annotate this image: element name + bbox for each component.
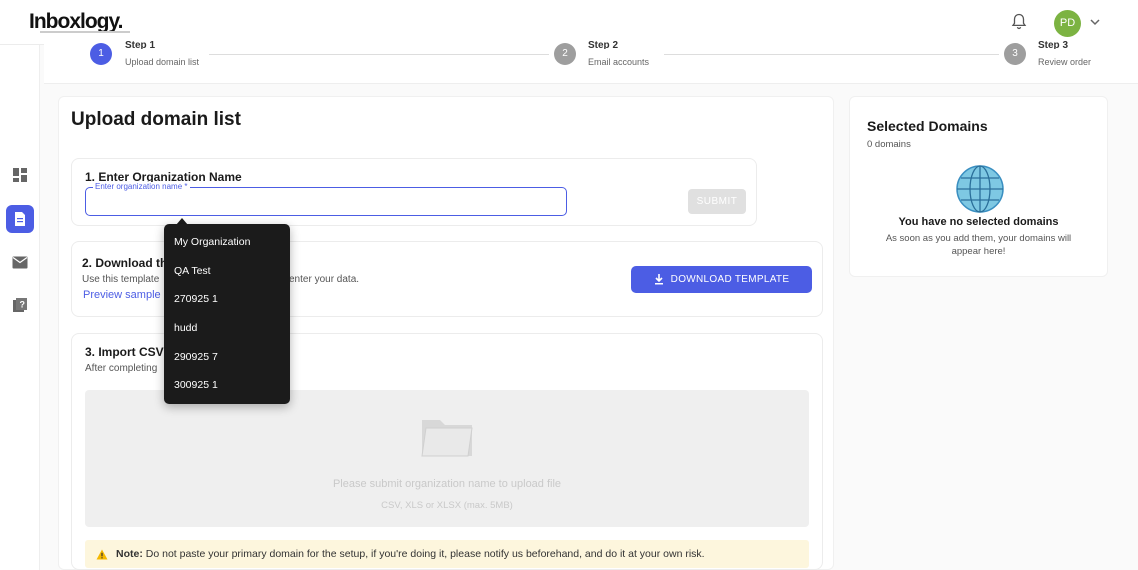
logo-tagline-bar: [40, 31, 130, 33]
dropdown-option[interactable]: QA Test: [174, 265, 211, 277]
sidebar-item-help[interactable]: ?: [6, 291, 34, 319]
step-2-title: Step 2: [588, 40, 619, 49]
document-icon: [15, 212, 25, 226]
section-3-title: 3. Import CSV: [85, 345, 164, 359]
org-name-label: Enter organization name *: [93, 182, 190, 191]
step-3-title: Step 3: [1038, 40, 1069, 49]
page-title: Upload domain list: [71, 109, 241, 130]
note-text: Do not paste your primary domain for the…: [145, 548, 705, 560]
note-label: Note:: [116, 548, 143, 560]
help-book-icon: ?: [13, 298, 27, 312]
step-1-title: Step 1: [125, 40, 156, 49]
dropdown-option[interactable]: 270925 1: [174, 293, 218, 305]
step-1-number: 1: [90, 43, 112, 65]
submit-button[interactable]: SUBMIT: [688, 189, 746, 214]
download-template-button[interactable]: DOWNLOAD TEMPLATE: [631, 266, 812, 293]
section-2-text: Use this template: [82, 274, 160, 285]
chevron-down-icon[interactable]: [1089, 16, 1101, 28]
warning-note: Note: Do not paste your primary domain f…: [85, 540, 809, 568]
section-2-text-tail: enter your data.: [289, 274, 360, 285]
sidebar-item-documents[interactable]: [6, 205, 34, 233]
globe-icon: [956, 165, 1004, 213]
sidebar-item-mail[interactable]: [6, 248, 34, 276]
preview-sample-link[interactable]: Preview sample: [83, 289, 161, 301]
selected-domains-count: 0 domains: [867, 139, 911, 150]
svg-text:?: ?: [20, 300, 26, 310]
download-template-label: DOWNLOAD TEMPLATE: [670, 274, 790, 285]
section-3-text: After completing: [85, 363, 158, 374]
download-icon: [654, 274, 663, 285]
step-2-number: 2: [554, 43, 576, 65]
no-domains-title: You have no selected domains: [898, 216, 1059, 228]
dropdown-option[interactable]: 300925 1: [174, 379, 218, 391]
step-3-number: 3: [1004, 43, 1026, 65]
mail-icon: [12, 256, 28, 268]
dropdown-option[interactable]: 290925 7: [174, 351, 218, 363]
dashboard-icon: [13, 168, 27, 182]
folder-icon: [421, 420, 473, 457]
sidebar: ?: [0, 45, 40, 570]
step-3-subtitle: Review order: [1038, 57, 1092, 67]
section-2-title: 2. Download the: [82, 256, 175, 270]
org-name-input[interactable]: [85, 187, 567, 216]
no-domains-description: As soon as you add them, your domains wi…: [885, 233, 1072, 257]
dropzone-formats: CSV, XLS or XLSX (max. 5MB): [381, 500, 513, 511]
warning-icon: [96, 549, 108, 559]
step-connector: [664, 54, 999, 55]
bell-icon[interactable]: [1011, 13, 1027, 31]
selected-domains-title: Selected Domains: [867, 118, 988, 134]
stepper: 1 Step 1 Upload domain list 2 Step 2 Ema…: [44, 38, 1138, 84]
avatar[interactable]: PD: [1054, 10, 1081, 37]
org-suggestions-dropdown: [164, 224, 290, 404]
dropdown-option[interactable]: My Organization: [174, 236, 250, 248]
step-2-subtitle: Email accounts: [588, 57, 650, 67]
step-connector: [209, 54, 549, 55]
dropzone-message: Please submit organization name to uploa…: [332, 478, 562, 490]
step-1-subtitle: Upload domain list: [125, 57, 200, 67]
dropdown-option[interactable]: hudd: [174, 322, 197, 334]
sidebar-item-dashboard[interactable]: [6, 161, 34, 189]
